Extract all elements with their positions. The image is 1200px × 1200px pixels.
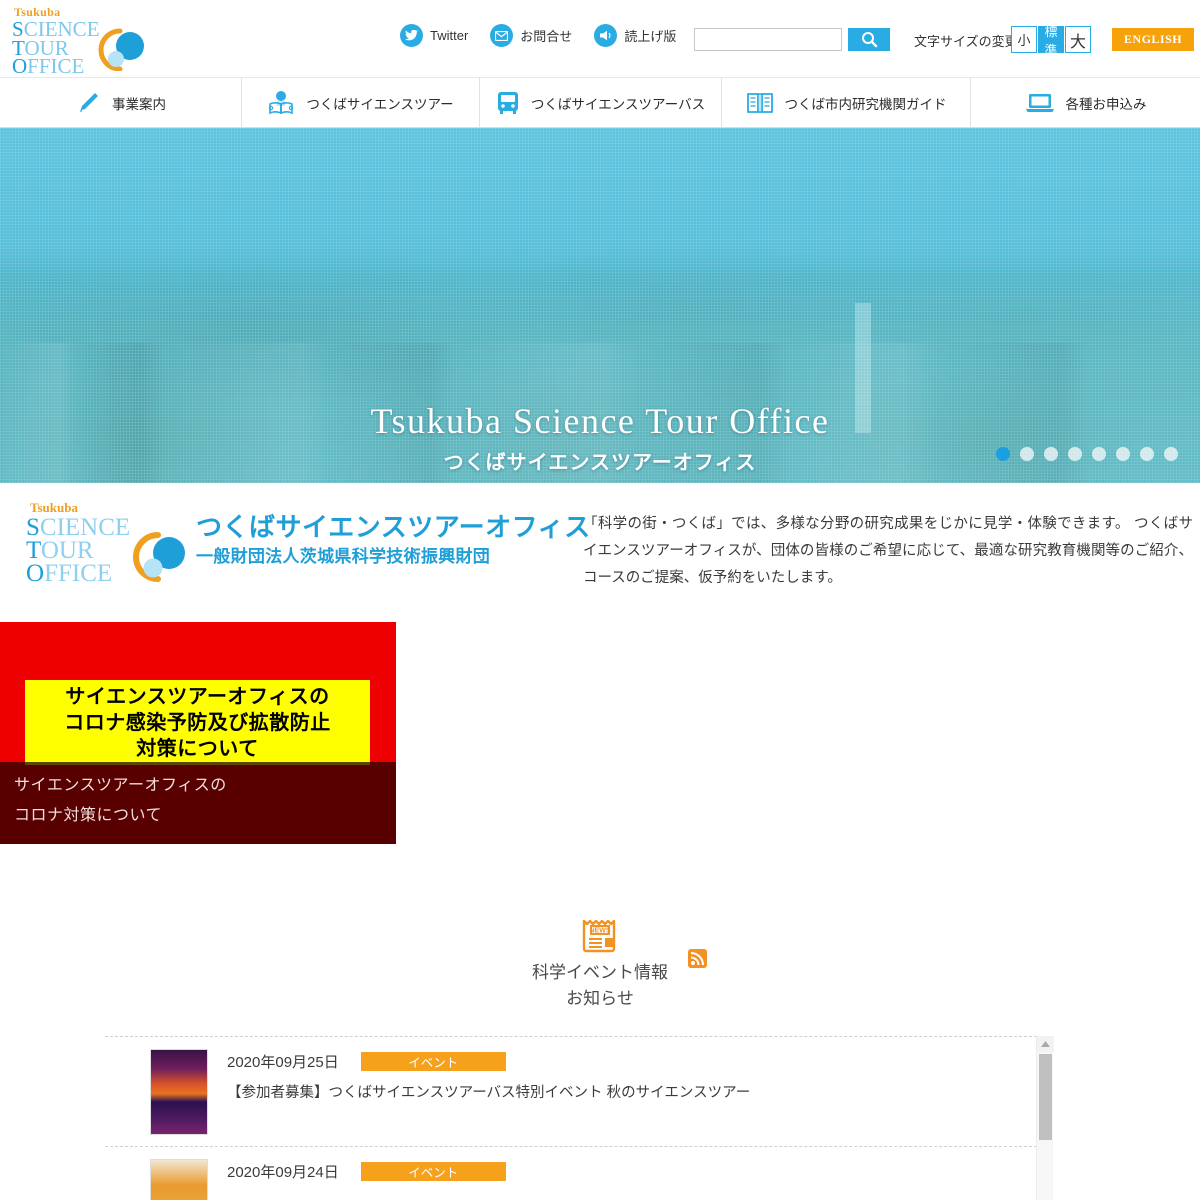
nav-label-science-tour-bus: つくばサイエンスツアーバス bbox=[530, 97, 706, 112]
status-badge: イベント bbox=[360, 1162, 506, 1181]
nav-item-science-tour-bus[interactable]: つくばサイエンスツアーバス bbox=[480, 78, 722, 128]
intro-logo-line-office: OFFICE bbox=[26, 560, 113, 587]
reading-person-icon bbox=[267, 89, 295, 117]
hero-title: Tsukuba Science Tour Office bbox=[370, 401, 830, 441]
logo-swirl-icon bbox=[98, 28, 144, 71]
nav-item-research-institute-guide[interactable]: つくば市内研究機関ガイド bbox=[722, 78, 971, 128]
intro-logo: Tsukuba SCIENCE TOUR OFFICE bbox=[22, 496, 185, 586]
intro-description: 「科学の街・つくば」では、多様な分野の研究成果をじかに見学・体験できます。 つく… bbox=[583, 516, 1193, 586]
news-list: 2020年09月25日 イベント 【参加者募集】つくばサイエンスツアーバス特別イ… bbox=[105, 1036, 1037, 1200]
news-item-meta: 2020年09月25日 イベント bbox=[227, 1051, 1037, 1072]
svg-text:NEWS: NEWS bbox=[590, 928, 611, 935]
news-item-body: 2020年09月24日 イベント bbox=[227, 1159, 1037, 1193]
scroll-up-arrow-icon[interactable] bbox=[1037, 1036, 1054, 1052]
search-input[interactable] bbox=[694, 28, 842, 51]
news-list-item[interactable]: 2020年09月25日 イベント 【参加者募集】つくばサイエンスツアーバス特別イ… bbox=[105, 1037, 1037, 1147]
news-item-date: 2020年09月24日 bbox=[227, 1164, 339, 1181]
nav-label-research-institute-guide: つくば市内研究機関ガイド bbox=[784, 97, 947, 112]
news-thumbnail bbox=[150, 1049, 208, 1135]
logo-line-office: OFFICE bbox=[12, 54, 85, 78]
bus-icon bbox=[496, 90, 520, 116]
util-twitter-label: Twitter bbox=[430, 28, 469, 43]
news-heading-line-1: 科学イベント情報 bbox=[532, 963, 668, 982]
fontsize-large-button[interactable]: 大 bbox=[1065, 26, 1091, 53]
pen-icon bbox=[75, 90, 101, 116]
news-paper-icon: NEWS bbox=[582, 919, 616, 953]
fontsize-buttons: 小 標準 大 bbox=[1011, 24, 1092, 58]
search-icon bbox=[861, 32, 877, 48]
hero-slider-dot-3[interactable] bbox=[1044, 447, 1058, 461]
news-heading: NEWS 科学イベント情報 お知らせ bbox=[0, 915, 1200, 1012]
hero-slider-dot-6[interactable] bbox=[1116, 447, 1130, 461]
hero-slider-dot-4[interactable] bbox=[1068, 447, 1082, 461]
intro-organization: 一般財団法人茨城県科学技術振興財団 bbox=[196, 547, 491, 566]
nav-label-business-guide: 事業案内 bbox=[112, 97, 166, 112]
news-thumbnail bbox=[150, 1159, 208, 1200]
util-readaloud[interactable]: 読上げ版 bbox=[594, 24, 676, 47]
laptop-icon bbox=[1025, 91, 1055, 115]
nav-item-applications[interactable]: 各種お申込み bbox=[971, 78, 1200, 128]
mail-icon bbox=[490, 24, 514, 47]
twitter-icon bbox=[400, 24, 423, 47]
hero-slider-pagination bbox=[996, 447, 1178, 461]
news-item-body: 2020年09月25日 イベント 【参加者募集】つくばサイエンスツアーバス特別イ… bbox=[227, 1049, 1037, 1103]
speaker-icon bbox=[594, 24, 618, 47]
news-scrollbar-thumb[interactable] bbox=[1039, 1054, 1052, 1140]
nav-item-business-guide[interactable]: 事業案内 bbox=[0, 78, 242, 128]
status-badge: イベント bbox=[360, 1052, 506, 1071]
intro-title: つくばサイエンスツアーオフィス bbox=[196, 512, 591, 542]
fontsize-normal-button[interactable]: 標準 bbox=[1038, 24, 1064, 58]
open-book-icon bbox=[746, 91, 774, 115]
english-button[interactable]: ENGLISH bbox=[1112, 28, 1194, 51]
fontsize-label: 文字サイズの変更 bbox=[914, 34, 1018, 49]
nav-item-science-tour[interactable]: つくばサイエンスツアー bbox=[242, 78, 480, 128]
news-item-date: 2020年09月25日 bbox=[227, 1054, 339, 1071]
hero-slider-dot-7[interactable] bbox=[1140, 447, 1154, 461]
news-list-item[interactable]: 2020年09月24日 イベント bbox=[105, 1147, 1037, 1200]
main-navigation: 事業案内 つくばサイエンスツアー つくばサイエンスツアーバス つくば市内研究機関… bbox=[0, 78, 1200, 128]
news-item-meta: 2020年09月24日 イベント bbox=[227, 1161, 1037, 1182]
fontsize-small-button[interactable]: 小 bbox=[1011, 26, 1037, 53]
site-header: Tsukuba SCIENCE TOUR OFFICE Twitter お問合せ bbox=[0, 0, 1200, 78]
hero-slider-dot-2[interactable] bbox=[1020, 447, 1034, 461]
nav-label-applications: 各種お申込み bbox=[1065, 97, 1147, 112]
hero-slider-dot-8[interactable] bbox=[1164, 447, 1178, 461]
news-heading-line-2: お知らせ bbox=[566, 989, 634, 1008]
search-button[interactable] bbox=[848, 28, 890, 51]
rss-icon[interactable] bbox=[688, 949, 707, 968]
util-contact[interactable]: お問合せ bbox=[490, 24, 572, 47]
news-item-title[interactable]: 【参加者募集】つくばサイエンスツアーバス特別イベント 秋のサイエンスツアー bbox=[227, 1083, 1037, 1103]
util-twitter[interactable]: Twitter bbox=[400, 24, 468, 47]
intro-logo-line-tour: TOUR bbox=[26, 537, 94, 564]
util-contact-label: お問合せ bbox=[520, 29, 573, 44]
intro-logo-swirl-icon bbox=[133, 532, 185, 582]
news-scrollbar[interactable] bbox=[1036, 1036, 1054, 1200]
nav-label-science-tour: つくばサイエンスツアー bbox=[306, 97, 454, 112]
hero-slider[interactable]: Tsukuba Science Tour Office つくばサイエンスツアーオ… bbox=[0, 128, 1200, 483]
hero-slider-dot-5[interactable] bbox=[1092, 447, 1106, 461]
intro-logo-line-science: SCIENCE bbox=[26, 514, 131, 541]
covid-banner[interactable] bbox=[0, 622, 396, 844]
hero-slider-dot-1[interactable] bbox=[996, 447, 1010, 461]
util-readaloud-label: 読上げ版 bbox=[624, 29, 677, 44]
header-utility-links: Twitter お問合せ 読上げ版 bbox=[400, 24, 698, 47]
site-logo[interactable]: Tsukuba SCIENCE TOUR OFFICE bbox=[8, 3, 148, 77]
